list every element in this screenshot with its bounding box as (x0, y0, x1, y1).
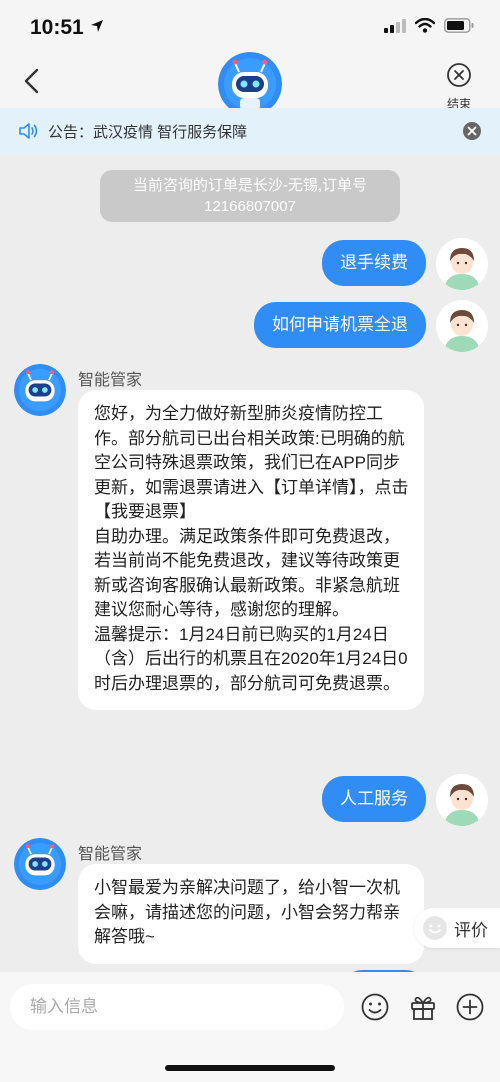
bot-message-paragraph: 温馨提示：1月24日前已购买的1月24日（含）后出行的机票且在2020年1月24… (94, 624, 408, 693)
plus-icon[interactable] (455, 992, 485, 1022)
rate-button[interactable]: 评价 (414, 908, 500, 948)
rate-button-label: 评价 (454, 920, 488, 940)
bot-name: 智能管家 (78, 372, 143, 389)
message-input[interactable] (10, 984, 344, 1030)
bot-message-paragraph: 自助办理。满足政策条件即可免费退改，若当前尚不能免费退改，建议等待政策更新或咨询… (94, 526, 400, 620)
system-message: 当前咨询的订单是长沙-无锡,订单号12166807007 (100, 170, 400, 222)
back-chevron-icon[interactable] (18, 66, 48, 96)
user-avatar-icon[interactable] (436, 238, 488, 290)
gift-icon[interactable] (408, 992, 438, 1022)
speaker-icon (19, 123, 38, 139)
bot-message-paragraph: 您好，为全力做好新型肺炎疫情防控工作。部分航司已出台相关政策:已明确的航空公司特… (94, 404, 409, 521)
bot-message-bubble[interactable]: 您好，为全力做好新型肺炎疫情防控工作。部分航司已出台相关政策:已明确的航空公司特… (78, 390, 424, 710)
chat-area[interactable]: 当前咨询的订单是长沙-无锡,订单号12166807007 退手续费 如何申请机票… (0, 154, 500, 972)
end-close-icon (447, 63, 471, 87)
status-time-text: 10:51 (30, 16, 84, 39)
rating-smiley-icon (423, 916, 447, 940)
wifi-icon (415, 18, 435, 33)
robot-avatar-icon (14, 838, 66, 890)
robot-avatar-icon (218, 52, 282, 116)
notice-bar: 公告：武汉疫情 智行服务保障 (0, 108, 500, 154)
bot-name: 智能管家 (78, 846, 143, 863)
smiley-icon[interactable] (360, 992, 390, 1022)
robot-avatar-icon (14, 364, 66, 416)
nav-bar: 结束 (0, 52, 500, 116)
notice-text: 公告：武汉疫情 智行服务保障 (48, 123, 248, 141)
location-arrow-icon (90, 20, 103, 32)
end-button[interactable]: 结束 (444, 62, 474, 112)
bot-message-text: 小智最爱为亲解决问题了，给小智一次机会嘛，请描述您的问题，小智会努力帮亲解答哦~ (94, 878, 400, 946)
user-message-bubble[interactable]: 退手续费 (322, 240, 426, 286)
bot-message-bubble[interactable]: 小智最爱为亲解决问题了，给小智一次机会嘛，请描述您的问题，小智会努力帮亲解答哦~ (78, 864, 424, 964)
status-time: 10:51 (30, 16, 104, 40)
user-message-bubble[interactable]: 人工服务 (322, 776, 426, 822)
status-bar: 10:51 (0, 0, 500, 56)
home-indicator (165, 1065, 335, 1071)
signal-icon (384, 18, 406, 33)
user-message-bubble[interactable]: 如何申请机票全退 (254, 302, 426, 348)
battery-icon (444, 18, 474, 33)
close-icon[interactable] (463, 122, 481, 140)
user-avatar-icon[interactable] (436, 774, 488, 826)
user-avatar-icon[interactable] (436, 300, 488, 352)
